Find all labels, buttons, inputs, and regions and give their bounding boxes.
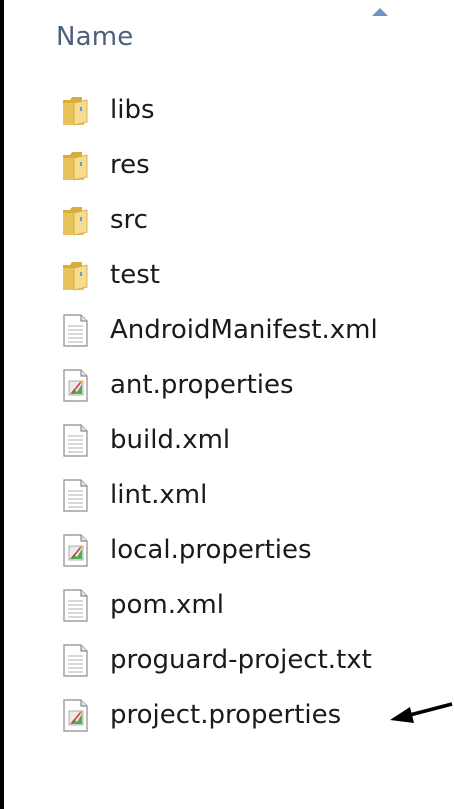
item-name: src	[110, 205, 148, 235]
arrow-pointer-icon	[390, 702, 453, 723]
item-name: pom.xml	[110, 590, 224, 620]
item-name: AndroidManifest.xml	[110, 315, 378, 345]
file-list-panel: Name libs res src test AndroidManifest.x…	[4, 0, 441, 809]
document-icon	[60, 312, 90, 348]
list-item-project-properties[interactable]: project.properties	[4, 689, 441, 744]
item-name: libs	[110, 95, 155, 125]
document-icon	[60, 642, 90, 678]
list-item-ant-properties[interactable]: ant.properties	[4, 359, 441, 414]
item-name: res	[110, 150, 150, 180]
list-item-local-properties[interactable]: local.properties	[4, 524, 441, 579]
list-item-pom-xml[interactable]: pom.xml	[4, 579, 441, 634]
folder-icon	[60, 257, 90, 293]
document-icon	[60, 477, 90, 513]
screenshot-frame: Name libs res src test AndroidManifest.x…	[0, 0, 454, 809]
item-name: lint.xml	[110, 480, 208, 510]
document-icon	[60, 422, 90, 458]
item-name: test	[110, 260, 160, 290]
list-item-build-xml[interactable]: build.xml	[4, 414, 441, 469]
list-item-libs[interactable]: libs	[4, 84, 441, 139]
name-column-label: Name	[56, 22, 134, 52]
item-name: project.properties	[110, 700, 342, 730]
list-item-androidmanifest[interactable]: AndroidManifest.xml	[4, 304, 441, 359]
folder-icon	[60, 202, 90, 238]
properties-file-icon	[60, 367, 90, 403]
item-name: proguard-project.txt	[110, 645, 372, 675]
item-name: local.properties	[110, 535, 312, 565]
item-name: ant.properties	[110, 370, 294, 400]
right-border-strip	[441, 0, 454, 809]
item-name: build.xml	[110, 425, 231, 455]
folder-icon	[60, 92, 90, 128]
document-icon	[60, 587, 90, 623]
list-item-proguard-project[interactable]: proguard-project.txt	[4, 634, 441, 689]
properties-file-icon	[60, 532, 90, 568]
name-column-header[interactable]: Name	[4, 0, 441, 80]
properties-file-icon	[60, 697, 90, 733]
list-item-res[interactable]: res	[4, 139, 441, 194]
sort-ascending-icon	[372, 8, 388, 16]
folder-icon	[60, 147, 90, 183]
list-item-lint-xml[interactable]: lint.xml	[4, 469, 441, 524]
list-item-src[interactable]: src	[4, 194, 441, 249]
list-item-test[interactable]: test	[4, 249, 441, 304]
